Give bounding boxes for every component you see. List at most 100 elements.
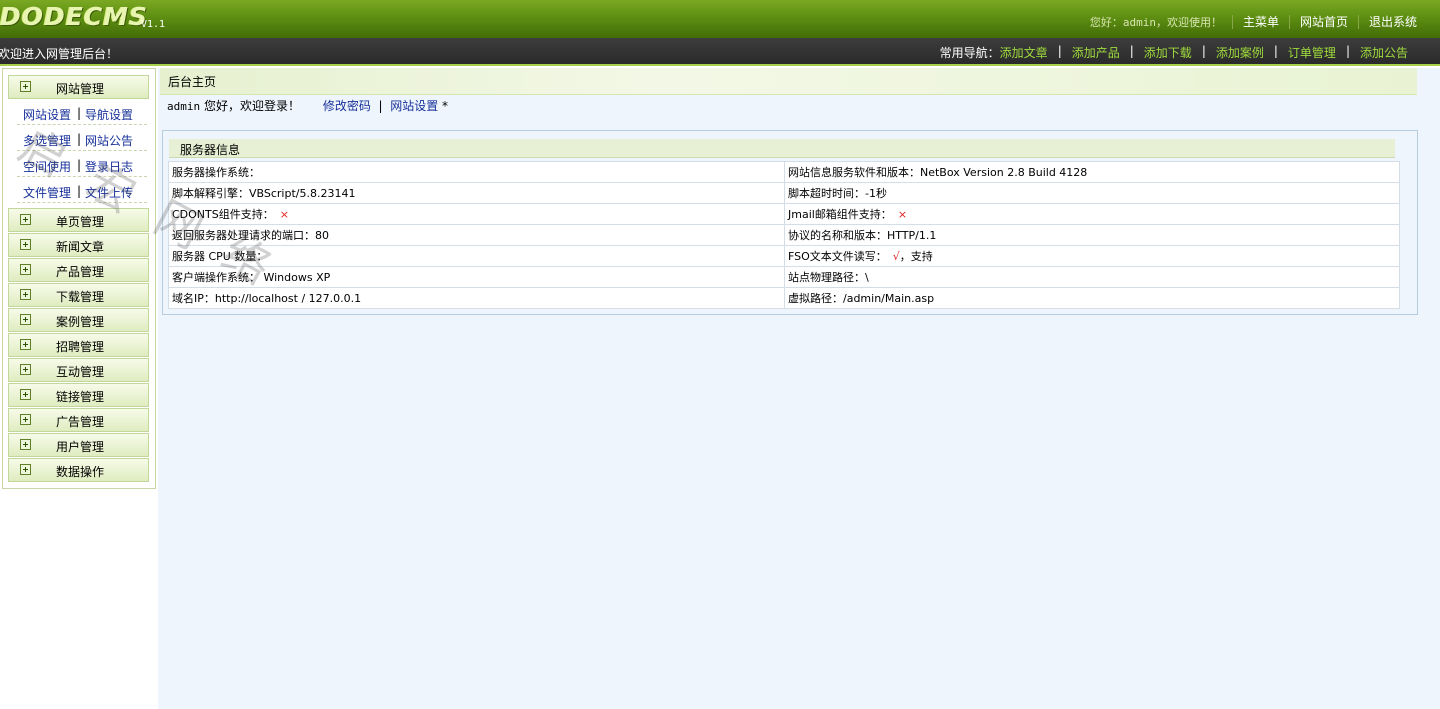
table-cell: Jmail邮箱组件支持： × [784,203,1400,225]
divider [1288,14,1290,29]
site-notice-link[interactable]: 网站公告 [85,132,133,149]
order-manage-link[interactable]: 订单管理 [1288,44,1336,61]
divider: | [1201,44,1206,58]
site-home-link[interactable]: 网站首页 [1300,13,1348,30]
server-info-table: 服务器操作系统： 网站信息服务软件和版本：NetBox Version 2.8 … [168,161,1400,309]
menu-group-label: 广告管理 [56,415,105,429]
server-info-panel: 服务器信息 服务器操作系统： 网站信息服务软件和版本：NetBox Versio… [162,130,1418,315]
sub-header: 欢迎进入网管理后台！ 常用导航： 添加文章 | 添加产品 | 添加下载 | 添加… [0,38,1440,66]
menu-group-label: 网站管理 [56,82,105,96]
divider: | [77,106,82,120]
table-cell: 网站信息服务软件和版本：NetBox Version 2.8 Build 412… [784,161,1400,183]
menu-group-label: 下载管理 [56,290,105,304]
expand-icon [20,239,31,250]
menu-group-data[interactable]: 数据操作 [8,458,149,482]
divider: | [1057,44,1062,58]
main-content: 后台主页 admin 您好，欢迎登录！ 修改密码 | 网站设置 * 服务器信息 … [158,68,1440,709]
menu-group-label: 招聘管理 [56,340,105,354]
server-info-header: 服务器信息 [169,139,1395,158]
menu-group-products[interactable]: 产品管理 [8,258,149,282]
site-settings-main-link[interactable]: 网站设置 [390,99,438,113]
cell-text: CDONTS组件支持： [172,208,274,221]
menu-group-label: 案例管理 [56,315,105,329]
logo: DODECMS [0,2,149,31]
menu-group-label: 链接管理 [56,390,105,404]
menu-group-label: 用户管理 [56,440,105,454]
table-cell: 服务器 CPU 数量： [168,245,785,267]
top-nav: 您好：admin，欢迎使用！ 主菜单 网站首页 退出系统 [1090,13,1417,30]
table-cell: 返回服务器处理请求的端口：80 [168,224,785,246]
breadcrumb: 后台主页 [160,68,1417,95]
add-download-link[interactable]: 添加下载 [1144,44,1192,61]
top-header: DODECMS V1.1 您好：admin，欢迎使用！ 主菜单 网站首页 退出系… [0,0,1440,38]
server-info-title: 服务器信息 [180,143,241,157]
menu-group-interaction[interactable]: 互动管理 [8,358,149,382]
divider: | [77,158,82,172]
menu-group-news[interactable]: 新闻文章 [8,233,149,257]
expand-icon [20,414,31,425]
welcome-user: admin [167,100,201,113]
space-usage-link[interactable]: 空间使用 [23,158,71,175]
divider [1357,14,1359,29]
expand-icon [20,339,31,350]
table-row: 服务器 CPU 数量： FSO文本文件读写： √，支持 [168,245,1400,267]
divider: | [1129,44,1134,58]
quick-nav: 常用导航： 添加文章 | 添加产品 | 添加下载 | 添加案例 | 订单管理 |… [940,44,1408,61]
menu-group-label: 数据操作 [56,465,105,479]
welcome-line: admin 您好，欢迎登录！ 修改密码 | 网站设置 * [167,97,448,114]
expand-icon [20,289,31,300]
submenu-row: 多选管理 | 网站公告 [17,128,147,151]
quick-nav-label: 常用导航： [939,46,1000,60]
file-manage-link[interactable]: 文件管理 [23,184,71,201]
add-article-link[interactable]: 添加文章 [1000,44,1048,61]
check-icon: √ [892,250,900,263]
expand-icon [20,264,31,275]
add-case-link[interactable]: 添加案例 [1216,44,1264,61]
sidebar: 网站管理 网站设置 | 导航设置 多选管理 | 网站公告 空间使用 | 登录日志… [2,68,156,489]
divider: | [77,184,82,198]
expand-icon [20,464,31,475]
table-cell: CDONTS组件支持： × [168,203,785,225]
version-label: V1.1 [141,19,166,30]
table-cell: 脚本超时时间：-1秒 [784,182,1400,204]
expand-icon [20,364,31,375]
file-upload-link[interactable]: 文件上传 [85,184,133,201]
expand-icon [20,439,31,450]
cell-text: FSO文本文件读写： [788,250,887,263]
multi-select-link[interactable]: 多选管理 [23,132,71,149]
table-cell: 站点物理路径：\ [784,266,1400,288]
change-password-link[interactable]: 修改密码 [323,99,371,113]
add-notice-link[interactable]: 添加公告 [1360,44,1408,61]
table-row: CDONTS组件支持： × Jmail邮箱组件支持： × [168,203,1400,225]
menu-group-pages[interactable]: 单页管理 [8,208,149,232]
menu-group-downloads[interactable]: 下载管理 [8,283,149,307]
menu-group-site[interactable]: 网站管理 [8,75,149,99]
table-row: 服务器操作系统： 网站信息服务软件和版本：NetBox Version 2.8 … [168,161,1400,183]
menu-group-ads[interactable]: 广告管理 [8,408,149,432]
divider: | [77,132,82,146]
menu-group-label: 互动管理 [56,365,105,379]
add-product-link[interactable]: 添加产品 [1072,44,1120,61]
expand-icon [20,389,31,400]
marquee-text: 欢迎进入网管理后台！ [0,47,119,61]
site-settings-link[interactable]: 网站设置 [23,106,71,123]
menu-group-label: 单页管理 [56,215,105,229]
table-cell: 域名IP：http://localhost / 127.0.0.1 [168,287,785,309]
menu-group-links[interactable]: 链接管理 [8,383,149,407]
menu-group-users[interactable]: 用户管理 [8,433,149,457]
divider: | [1345,44,1350,58]
table-cell: FSO文本文件读写： √，支持 [784,245,1400,267]
menu-group-label: 新闻文章 [56,240,105,254]
nav-settings-link[interactable]: 导航设置 [85,106,133,123]
table-cell: 协议的名称和版本：HTTP/1.1 [784,224,1400,246]
expand-icon [20,81,31,92]
logout-link[interactable]: 退出系统 [1369,13,1417,30]
submenu-row: 网站设置 | 导航设置 [17,102,147,125]
menu-group-jobs[interactable]: 招聘管理 [8,333,149,357]
welcome-message: 您好，欢迎登录！ [203,99,300,113]
menu-group-cases[interactable]: 案例管理 [8,308,149,332]
main-menu-link[interactable]: 主菜单 [1243,13,1279,30]
login-log-link[interactable]: 登录日志 [85,158,133,175]
cross-icon: × [897,208,908,221]
table-row: 客户端操作系统： Windows XP 站点物理路径：\ [168,266,1400,288]
